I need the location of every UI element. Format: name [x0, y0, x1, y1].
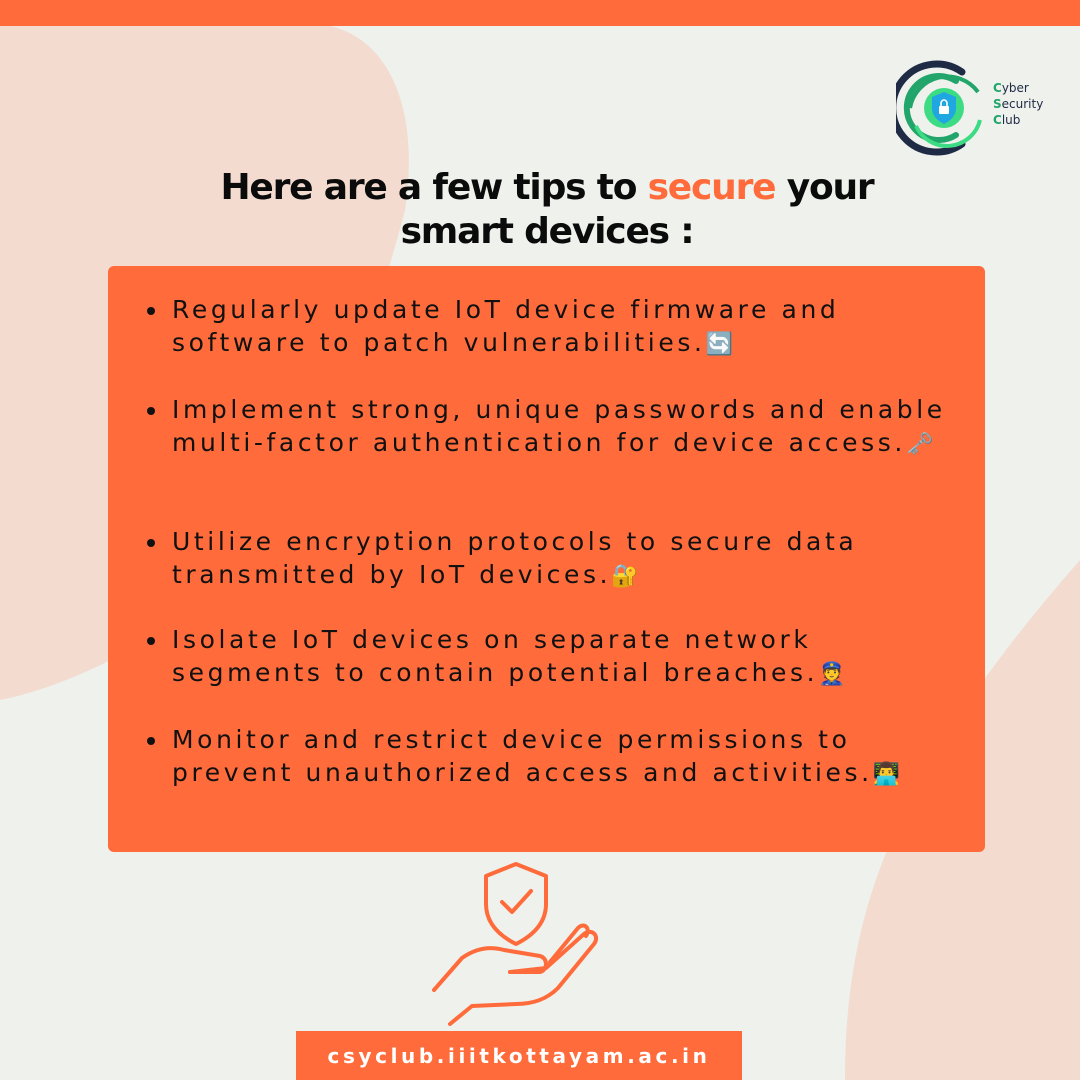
- technologist-icon: 👨‍💻: [872, 761, 901, 787]
- tip-item: Monitor and restrict device permissions …: [147, 724, 972, 791]
- tip-item: Implement strong, unique passwords and e…: [147, 394, 972, 461]
- hand-shield-check-icon: [432, 862, 599, 1026]
- refresh-icon: 🔄: [705, 331, 733, 357]
- police-officer-icon: 👮: [818, 661, 846, 687]
- page-title: Here are a few tips to secure your smart…: [0, 166, 1080, 254]
- logo-line-club: Club: [993, 113, 1021, 127]
- title-line-2: smart devices :: [400, 211, 695, 252]
- tip-item: Regularly update IoT device firmware and…: [147, 294, 972, 361]
- top-accent-bar: [0, 0, 1080, 26]
- footer-url[interactable]: csyclub.iiitkottayam.ac.in: [328, 1044, 711, 1068]
- tips-card: Regularly update IoT device firmware and…: [108, 266, 985, 852]
- logo-line-security: Security: [993, 97, 1044, 111]
- logo-line-cyber: Cyber: [993, 81, 1029, 95]
- footer-url-box[interactable]: csyclub.iiitkottayam.ac.in: [296, 1031, 742, 1080]
- title-highlight: secure: [647, 167, 777, 208]
- title-line-1: Here are a few tips to secure your: [220, 167, 874, 208]
- lock-with-key-icon: 🔐: [611, 563, 639, 589]
- key-icon: 🗝️: [905, 431, 934, 457]
- tips-list: Regularly update IoT device firmware and…: [108, 266, 985, 852]
- logo-text: Cyber Security Club: [993, 80, 1043, 128]
- tip-item: Isolate IoT devices on separate network …: [147, 624, 972, 691]
- tip-item: Utilize encryption protocols to secure d…: [147, 526, 972, 593]
